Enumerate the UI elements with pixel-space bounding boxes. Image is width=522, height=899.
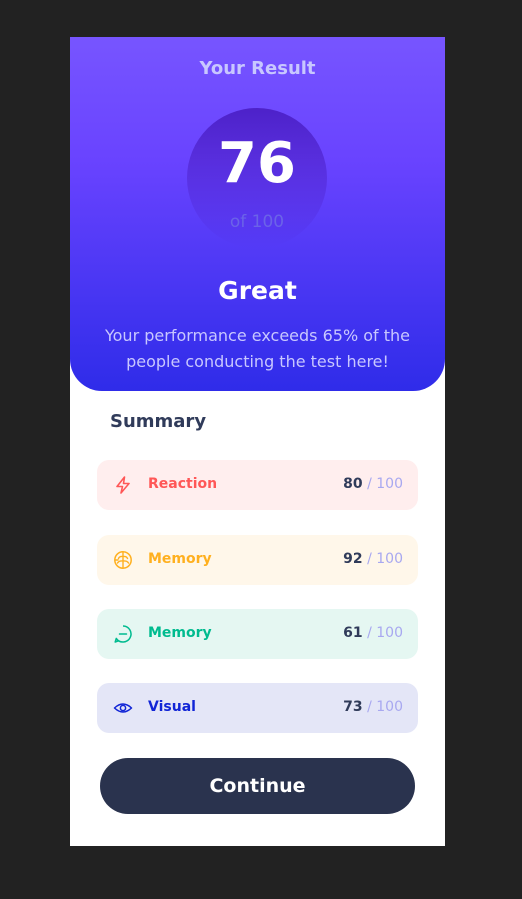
eye-icon [113,703,133,713]
summary-row-visual: Visual 73 / 100 [97,683,418,733]
summary-row-label: Reaction [148,476,218,492]
summary-row-max: / 100 [367,625,403,641]
summary-row-memory: Memory 92 / 100 [97,535,418,585]
result-description: Your performance exceeds 65% of the peop… [104,326,411,371]
brain-icon [114,551,132,569]
summary-row-max: / 100 [367,551,403,567]
summary-row-score: 61 / 100 [343,625,403,641]
summary-row-score: 73 / 100 [343,699,403,715]
summary-row-max: / 100 [367,476,403,492]
result-title: Your Result [199,58,316,79]
summary-row-value: 92 [343,551,363,567]
summary-title: Summary [110,411,207,432]
lightning-icon [116,476,130,494]
score-value: 76 [218,131,296,196]
chat-icon [114,625,132,643]
grade-label: Great [218,276,297,305]
summary-row-max: / 100 [367,699,403,715]
summary-row-score: 92 / 100 [343,551,403,567]
continue-button[interactable]: Continue [100,758,415,814]
result-panel: Your Result 76 of 100 Great Your perform… [70,37,445,391]
summary-row-value: 80 [343,476,363,492]
results-card: Your Result 76 of 100 Great Your perform… [70,37,445,846]
summary-row-reaction: Reaction 80 / 100 [97,460,418,510]
summary-row-score: 80 / 100 [343,476,403,492]
score-circle: 76 of 100 [187,108,327,248]
summary-row-value: 73 [343,699,363,715]
summary-row-value: 61 [343,625,363,641]
summary-row-label: Memory [148,625,212,641]
summary-row-verbal: Memory 61 / 100 [97,609,418,659]
summary-row-label: Visual [148,699,196,715]
score-max-label: of 100 [229,212,285,232]
summary-row-label: Memory [148,551,212,567]
